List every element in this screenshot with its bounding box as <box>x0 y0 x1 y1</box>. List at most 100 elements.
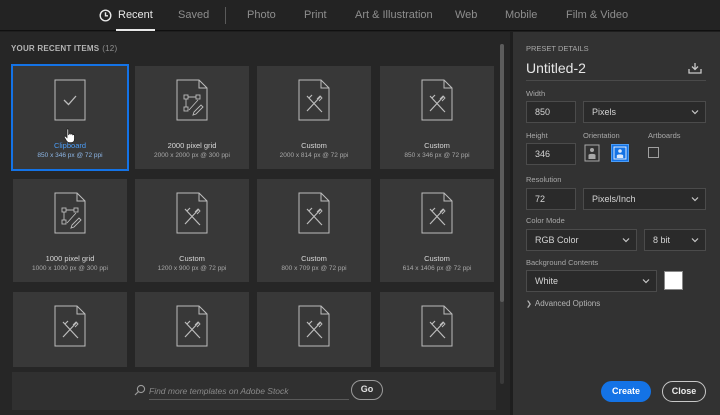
custom-document-icon <box>298 305 330 347</box>
preset-card-custom[interactable] <box>135 292 249 367</box>
preset-card-custom[interactable]: Custom 2000 x 814 px @ 72 ppi <box>257 66 371 169</box>
preset-card-clipboard[interactable]: Clipboard 850 x 346 px @ 72 ppi <box>11 64 129 171</box>
tab-recent[interactable]: Recent <box>99 0 155 31</box>
clock-icon <box>99 9 112 22</box>
preset-card-custom[interactable] <box>257 292 371 367</box>
recent-items-heading: YOUR RECENT ITEMS (12) <box>11 44 117 53</box>
custom-document-icon <box>421 305 453 347</box>
custom-document-icon <box>54 305 86 347</box>
recent-items-panel: YOUR RECENT ITEMS (12) Clipboard 850 x 34… <box>0 32 510 415</box>
tab-label: Art & Illustration <box>355 9 433 21</box>
recent-items-count: (12) <box>102 44 118 53</box>
preset-card-custom[interactable]: Custom 1200 x 900 px @ 72 ppi <box>135 179 249 282</box>
preset-name: Clipboard <box>53 141 87 150</box>
width-input[interactable]: 850 <box>526 101 576 123</box>
preset-name: Custom <box>301 141 327 150</box>
create-button[interactable]: Create <box>601 381 651 402</box>
background-contents-value: White <box>535 276 559 286</box>
bit-depth-select[interactable]: 8 bit <box>644 229 706 251</box>
preset-info: 1200 x 900 px @ 72 ppi <box>157 265 227 272</box>
height-label: Height <box>526 131 548 140</box>
chevron-down-icon <box>691 197 699 202</box>
preset-details-heading: PRESET DETAILS <box>526 44 589 53</box>
tab-label: Mobile <box>505 9 538 21</box>
resolution-unit-select[interactable]: Pixels/Inch <box>583 188 706 210</box>
recent-items-title: YOUR RECENT ITEMS <box>11 44 100 53</box>
preset-info: 2000 x 2000 px @ 300 ppi <box>154 152 230 159</box>
chevron-down-icon <box>622 238 630 243</box>
clipboard-icon <box>54 79 86 121</box>
custom-document-icon <box>298 192 330 234</box>
preset-card-custom[interactable] <box>380 292 494 367</box>
close-button[interactable]: Close <box>662 381 706 402</box>
tab-saved[interactable]: Saved <box>178 0 209 31</box>
background-contents-select[interactable]: White <box>526 270 657 292</box>
chevron-right-icon: ❯ <box>526 301 532 308</box>
preset-info: 2000 x 814 px @ 72 ppi <box>279 152 349 159</box>
preset-card-2000-pixel-grid[interactable]: 2000 pixel grid 2000 x 2000 px @ 300 ppi <box>135 66 249 169</box>
grid-document-icon <box>54 192 86 234</box>
document-name-underline <box>526 80 706 81</box>
artboards-label: Artboards <box>648 131 681 140</box>
recent-items-scrollbar[interactable] <box>500 44 504 384</box>
preset-name: Custom <box>301 254 327 263</box>
color-mode-value: RGB Color <box>535 235 579 245</box>
custom-document-icon <box>421 192 453 234</box>
tab-art-illustration[interactable]: Art & Illustration <box>355 0 433 31</box>
preset-card-custom[interactable]: Custom 800 x 709 px @ 72 ppi <box>257 179 371 282</box>
custom-document-icon <box>176 305 208 347</box>
tab-label: Print <box>304 9 327 21</box>
tab-film-video[interactable]: Film & Video <box>566 0 628 31</box>
color-mode-select[interactable]: RGB Color <box>526 229 637 251</box>
stock-search-input[interactable] <box>149 382 349 400</box>
custom-document-icon <box>176 192 208 234</box>
width-unit-select[interactable]: Pixels <box>583 101 706 123</box>
preset-card-custom[interactable]: Custom 850 x 346 px @ 72 ppi <box>380 66 494 169</box>
chevron-down-icon <box>691 238 699 243</box>
preset-name: Custom <box>424 254 450 263</box>
landscape-orientation-icon[interactable] <box>611 144 629 162</box>
custom-document-icon <box>298 79 330 121</box>
preset-name: 2000 pixel grid <box>167 141 217 150</box>
preset-card-1000-pixel-grid[interactable]: 1000 pixel grid 1000 x 1000 px @ 300 ppi <box>13 179 127 282</box>
advanced-options-label: Advanced Options <box>534 299 601 308</box>
tab-label: Film & Video <box>566 9 629 21</box>
preset-name: Custom <box>179 254 205 263</box>
portrait-orientation-icon[interactable] <box>583 144 601 162</box>
height-input[interactable]: 346 <box>526 143 576 165</box>
tab-mobile[interactable]: Mobile <box>505 0 537 31</box>
preset-card-custom[interactable]: Custom 614 x 1406 px @ 72 ppi <box>380 179 494 282</box>
save-preset-icon[interactable] <box>688 62 702 74</box>
tab-print[interactable]: Print <box>304 0 327 31</box>
resolution-unit-value: Pixels/Inch <box>592 194 636 204</box>
background-color-swatch[interactable] <box>664 271 683 290</box>
chevron-down-icon <box>691 110 699 115</box>
go-button[interactable]: Go <box>351 380 383 400</box>
stock-search-bar: Go <box>12 372 496 410</box>
tab-photo[interactable]: Photo <box>247 0 276 31</box>
preset-name: Custom <box>424 141 450 150</box>
width-label: Width <box>526 89 546 98</box>
preset-card-custom[interactable] <box>13 292 127 367</box>
resolution-label: Resolution <box>526 175 562 184</box>
advanced-options-toggle[interactable]: ❯ Advanced Options <box>526 299 600 308</box>
chevron-down-icon <box>642 279 650 284</box>
search-icon <box>134 384 146 396</box>
tab-divider <box>225 7 226 24</box>
document-name-input[interactable]: Untitled-2 <box>526 60 586 76</box>
tab-label: Recent <box>118 9 153 21</box>
preset-info: 1000 x 1000 px @ 300 ppi <box>32 265 108 272</box>
artboards-checkbox[interactable] <box>648 147 659 158</box>
preset-info: 850 x 346 px @ 72 ppi <box>37 152 103 159</box>
bit-depth-value: 8 bit <box>653 235 671 245</box>
preset-name: 1000 pixel grid <box>45 254 95 263</box>
tab-web[interactable]: Web <box>455 0 477 31</box>
background-contents-label: Background Contents <box>526 258 599 267</box>
color-mode-label: Color Mode <box>526 216 565 225</box>
preset-info: 850 x 346 px @ 72 ppi <box>404 152 470 159</box>
preset-info: 614 x 1406 px @ 72 ppi <box>402 265 472 272</box>
orientation-label: Orientation <box>583 131 620 140</box>
scrollbar-thumb[interactable] <box>500 44 504 302</box>
resolution-input[interactable]: 72 <box>526 188 576 210</box>
preset-info: 800 x 709 px @ 72 ppi <box>281 265 347 272</box>
